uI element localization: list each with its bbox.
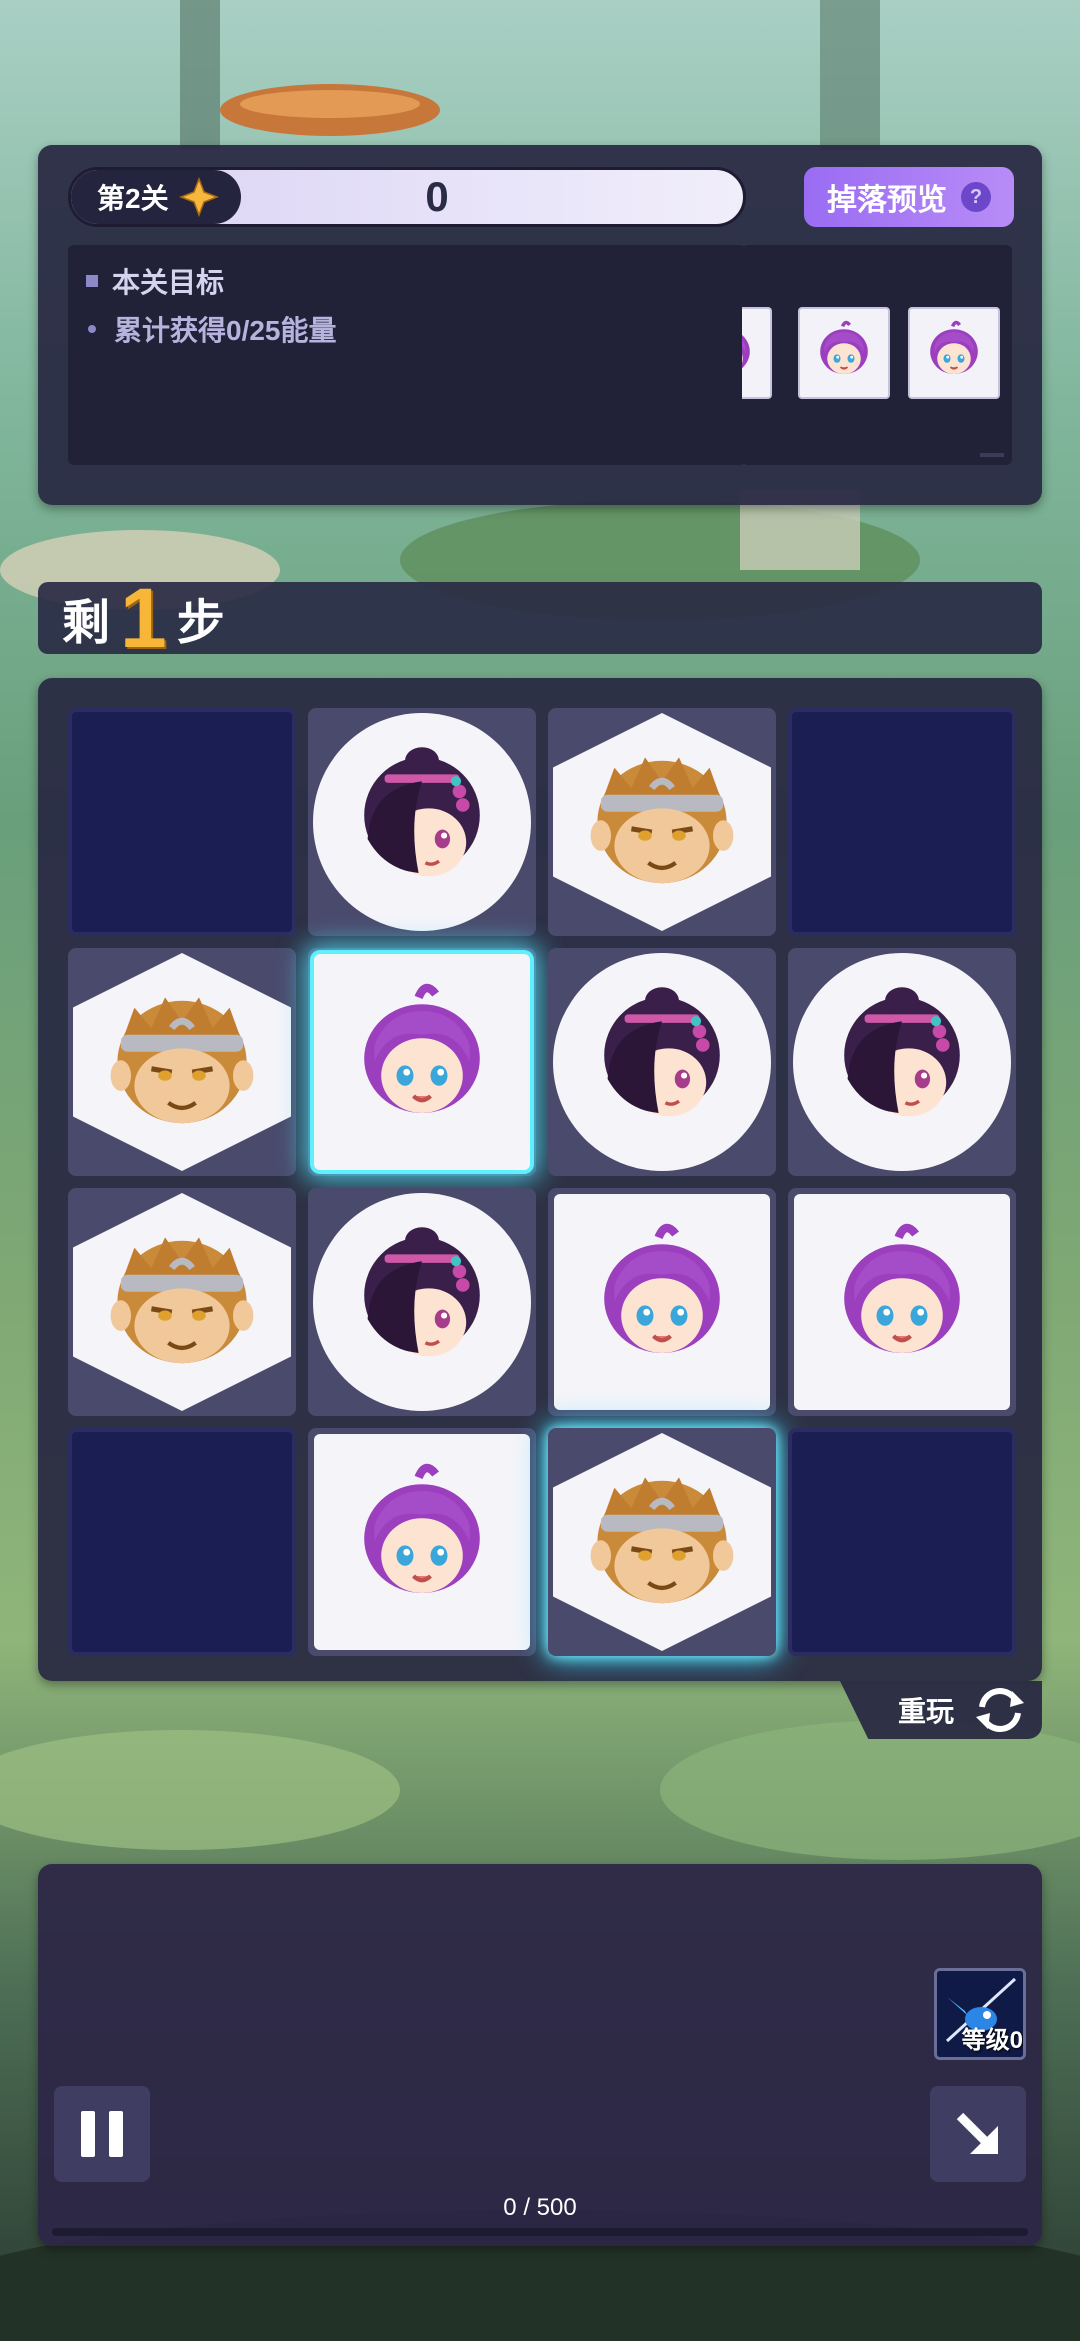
monkey-king-icon — [110, 997, 254, 1124]
grid-cell-dark-hair-girl[interactable] — [788, 948, 1016, 1176]
drop-preview-label: 掉落预览 — [827, 184, 947, 217]
progress-label: 0 / 500 — [503, 2194, 577, 2221]
dark-hair-girl-icon — [364, 1227, 480, 1357]
purple-hair-girl-tile — [314, 954, 530, 1170]
grid-cell-monkey-king[interactable] — [548, 1428, 776, 1656]
grid-cell-monkey-king[interactable] — [68, 1188, 296, 1416]
drop-item — [742, 307, 772, 399]
purple-hair-girl-icon — [742, 335, 750, 369]
skip-button[interactable] — [930, 2086, 1026, 2182]
refresh-icon — [976, 1688, 1024, 1732]
pause-button[interactable] — [54, 2086, 150, 2182]
dark-hair-girl-tile — [313, 1193, 531, 1411]
goal-title: 本关目标 — [86, 261, 728, 301]
dark-hair-girl-icon — [844, 987, 960, 1117]
drop-preview-button[interactable]: 掉落预览 ? — [804, 167, 1014, 227]
drop-item — [908, 307, 1000, 399]
empty-cell[interactable] — [68, 708, 296, 936]
purple-hair-girl-tile — [314, 1434, 530, 1650]
steps-suffix: 步 — [176, 597, 225, 650]
grid-cell-purple-hair-girl[interactable] — [308, 1428, 536, 1656]
grid-cell-purple-hair-girl[interactable] — [788, 1188, 1016, 1416]
purple-hair-girl-icon — [844, 1223, 960, 1353]
score-value: 0 — [425, 173, 449, 220]
steps-remaining-bar: 剩 1 步 — [38, 571, 1042, 665]
goal-item: 累计获得0/25能量 — [86, 309, 728, 349]
level-info-panel: 第2关 0 掉落预览 ? 本关目标 累计获得0/25能量 — [38, 145, 1042, 505]
pause-icon — [81, 2111, 95, 2157]
dark-hair-girl-tile — [313, 713, 531, 931]
grid-cell-dark-hair-girl[interactable] — [548, 948, 776, 1176]
purple-hair-girl-icon — [364, 983, 480, 1113]
purple-hair-girl-tile — [794, 1194, 1010, 1410]
monkey-king-tile — [553, 1433, 771, 1651]
puzzle-grid — [38, 678, 1042, 1681]
monkey-king-tile — [73, 1193, 291, 1411]
steps-count: 1 — [120, 571, 167, 665]
grid-cell-monkey-king[interactable] — [548, 708, 776, 936]
monkey-king-icon — [590, 757, 734, 884]
empty-cell[interactable] — [68, 1428, 296, 1656]
empty-cell[interactable] — [788, 1428, 1016, 1656]
skill-button[interactable]: 等级0 — [934, 1968, 1026, 2060]
purple-hair-girl-tile — [554, 1194, 770, 1410]
dark-hair-girl-icon — [364, 747, 480, 877]
replay-button[interactable]: 重玩 — [840, 1681, 1042, 1739]
skill-level-label: 等级0 — [961, 2027, 1023, 2054]
purple-hair-girl-icon — [820, 320, 868, 374]
monkey-king-tile — [73, 953, 291, 1171]
grid-cell-purple-hair-girl[interactable] — [548, 1188, 776, 1416]
purple-hair-girl-icon — [604, 1223, 720, 1353]
progress-bar — [52, 2228, 1028, 2236]
grid-cell-monkey-king[interactable] — [68, 948, 296, 1176]
grid-cell-purple-hair-girl[interactable] — [308, 948, 536, 1176]
purple-hair-girl-icon — [364, 1463, 480, 1593]
drop-item — [798, 307, 890, 399]
replay-label: 重玩 — [897, 1696, 954, 1727]
drop-preview-list — [742, 245, 1012, 465]
grid-cell-dark-hair-girl[interactable] — [308, 708, 536, 936]
dark-hair-girl-tile — [553, 953, 771, 1171]
empty-cell[interactable] — [788, 708, 1016, 936]
monkey-king-icon — [110, 1237, 254, 1364]
help-icon: ? — [961, 182, 991, 212]
monkey-king-icon — [590, 1477, 734, 1604]
dark-hair-girl-icon — [604, 987, 720, 1117]
dark-hair-girl-tile — [793, 953, 1011, 1171]
level-score-bar: 第2关 0 — [68, 167, 746, 227]
skill-panel: 等级0 0 / 500 — [38, 1864, 1042, 2246]
grid-cell-dark-hair-girl[interactable] — [308, 1188, 536, 1416]
monkey-king-tile — [553, 713, 771, 931]
purple-hair-girl-icon — [930, 320, 978, 374]
steps-prefix: 剩 — [62, 597, 111, 650]
arrow-down-right-icon — [956, 2112, 998, 2154]
goal-box: 本关目标 累计获得0/25能量 — [68, 245, 746, 465]
